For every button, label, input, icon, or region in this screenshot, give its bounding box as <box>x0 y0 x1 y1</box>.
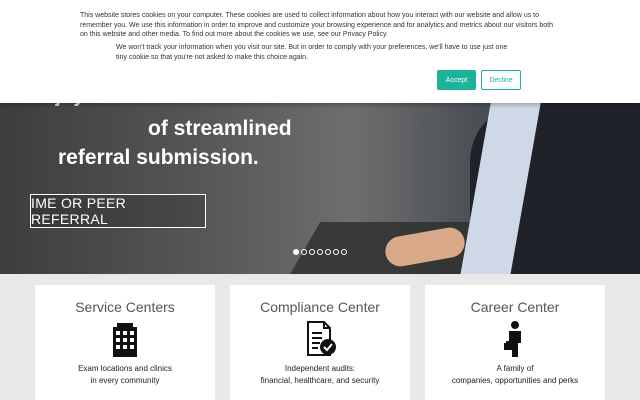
card-description: Independent audits: financial, healthcar… <box>230 363 410 387</box>
card-description-line: A family of <box>496 364 534 373</box>
hero-headline-line3: referral submission. <box>58 146 259 169</box>
card-title: Compliance Center <box>260 299 380 315</box>
carousel-dot[interactable] <box>317 249 323 255</box>
cookie-notice-text: This website stores cookies on your comp… <box>80 12 553 38</box>
career-center-card[interactable]: Career Center A family of companies, opp… <box>425 285 605 400</box>
card-description-line: Independent audits: <box>284 364 356 373</box>
carousel-dots <box>293 249 347 255</box>
carousel-dot[interactable] <box>341 249 347 255</box>
card-title: Service Centers <box>75 299 175 315</box>
hero-carousel: Enjoy the benefits of streamlined referr… <box>0 82 640 274</box>
hero-headline-line2: of streamlined <box>148 117 292 140</box>
card-description-line: financial, healthcare, and security <box>260 376 380 385</box>
carousel-dot[interactable] <box>293 249 299 255</box>
accept-button[interactable]: Accept <box>437 70 476 90</box>
card-description-line: in every community <box>90 376 160 385</box>
carousel-dot[interactable] <box>333 249 339 255</box>
card-description: A family of companies, opportunities and… <box>425 363 605 387</box>
cookie-banner: This website stores cookies on your comp… <box>0 0 640 103</box>
businessperson-icon <box>504 321 521 357</box>
card-description: Exam locations and clinics in every comm… <box>35 363 215 387</box>
decline-button[interactable]: Decline <box>481 70 521 90</box>
carousel-dot[interactable] <box>309 249 315 255</box>
compliance-center-card[interactable]: Compliance Center Independent audits: fi… <box>230 285 410 400</box>
document-check-icon <box>307 321 336 356</box>
card-description-line: Exam locations and clinics <box>78 364 172 373</box>
card-description-line: companies, opportunities and perks <box>451 376 579 385</box>
carousel-dot[interactable] <box>301 249 307 255</box>
service-centers-card[interactable]: Service Centers Exam locations and clini… <box>35 285 215 400</box>
card-title: Career Center <box>470 299 560 315</box>
office-building-icon <box>113 323 137 357</box>
carousel-dot[interactable] <box>325 249 331 255</box>
referral-button[interactable]: IME OR PEER REFERRAL <box>30 194 206 228</box>
cookie-preference-text: We won't track your information when you… <box>116 44 508 61</box>
